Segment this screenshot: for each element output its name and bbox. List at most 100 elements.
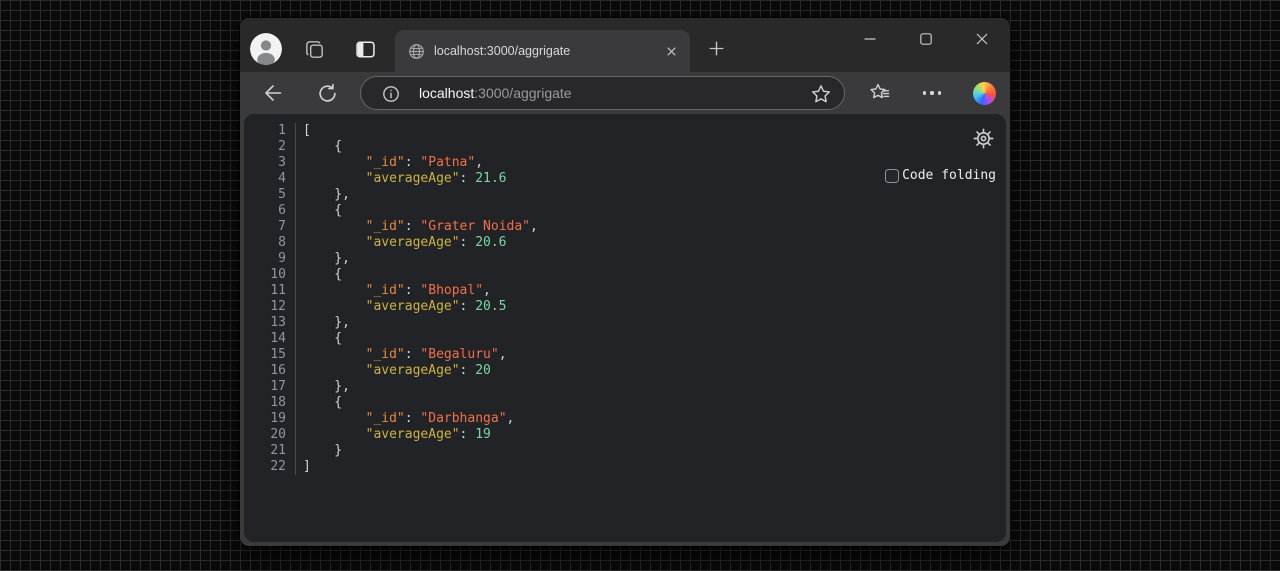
code-token: 20.6	[475, 235, 507, 250]
code-line: {	[303, 267, 538, 283]
line-number: 18	[270, 395, 286, 410]
minimize-icon[interactable]	[842, 18, 898, 72]
favorites-list-icon[interactable]	[868, 81, 892, 105]
code-token: :	[404, 347, 421, 362]
more-ellipsis-icon[interactable]	[920, 81, 944, 105]
line-number: 15	[270, 347, 286, 362]
code-token: ,	[506, 411, 515, 426]
line-number: 20	[270, 427, 286, 442]
code-line: },	[303, 315, 538, 331]
line-number: 5	[278, 187, 286, 202]
code-token: ,	[498, 347, 507, 362]
favorite-star-icon[interactable]	[810, 83, 832, 105]
code-token: 20	[475, 363, 491, 378]
code-line: }	[303, 443, 538, 459]
code-token: :	[404, 283, 421, 298]
code-line: "averageAge": 19	[303, 427, 538, 443]
code-folding-checkbox[interactable]	[885, 168, 900, 183]
browser-tab[interactable]: localhost:3000/aggrigate	[395, 30, 690, 72]
code-token: 19	[475, 427, 491, 442]
line-number: 6	[278, 203, 286, 218]
line-number: 10	[270, 267, 286, 282]
line-number: 11	[270, 283, 286, 298]
line-number: 4	[278, 171, 286, 186]
line-number: 9	[278, 251, 286, 266]
site-info-icon[interactable]	[381, 84, 401, 104]
code-line: "averageAge": 21.6	[303, 171, 538, 187]
line-number: 13	[270, 315, 286, 330]
code-token: :	[459, 235, 476, 250]
maximize-icon[interactable]	[898, 18, 954, 72]
line-number: 22	[270, 459, 286, 474]
workspaces-icon[interactable]	[302, 37, 326, 61]
code-token: 21.6	[475, 171, 507, 186]
code-folding-control: Code folding	[885, 168, 996, 183]
code-token: ]	[303, 459, 311, 474]
code-token: "_id"	[365, 347, 405, 362]
code-token: },	[303, 379, 350, 394]
copilot-icon[interactable]	[972, 81, 996, 105]
navigation-toolbar: localhost:3000/aggrigate	[240, 72, 1010, 114]
tab-actions-icon[interactable]	[353, 37, 377, 61]
code-token: :	[459, 363, 476, 378]
code-line: "averageAge": 20.5	[303, 299, 538, 315]
code-token: "Begaluru"	[420, 347, 499, 362]
code-token: "_id"	[365, 283, 405, 298]
address-bar[interactable]: localhost:3000/aggrigate	[360, 76, 845, 110]
code-token: 20.5	[475, 299, 507, 314]
code-token: :	[404, 219, 421, 234]
code-token: "averageAge"	[365, 235, 460, 250]
code-token: ,	[475, 155, 484, 170]
url-path: :3000/aggrigate	[474, 85, 572, 101]
refresh-icon[interactable]	[316, 82, 338, 104]
code-token: "Darbhanga"	[420, 411, 507, 426]
line-number: 2	[278, 139, 286, 154]
tab-title: localhost:3000/aggrigate	[434, 44, 571, 58]
code-token: "averageAge"	[365, 299, 460, 314]
code-line: "averageAge": 20.6	[303, 235, 538, 251]
code-line: },	[303, 251, 538, 267]
code-token: ,	[483, 283, 491, 298]
code-folding-label: Code folding	[902, 168, 996, 183]
desktop: { "browser": { "tab": { "title": "localh…	[0, 0, 1280, 571]
code-token: "averageAge"	[365, 363, 460, 378]
code-line: ]	[303, 459, 538, 475]
line-number: 16	[270, 363, 286, 378]
line-number: 14	[270, 331, 286, 346]
code-token: ,	[530, 219, 538, 234]
window-controls	[842, 18, 1010, 72]
globe-favicon-icon	[408, 43, 425, 60]
gear-icon[interactable]	[972, 127, 995, 150]
code-token: "_id"	[365, 411, 405, 426]
code-line: [	[303, 123, 538, 139]
close-icon[interactable]	[954, 18, 1010, 72]
page-content: 1 2 3 4 5 6 7 8 9 10 11 12 13 14 15 16 17 18 19 20 21 22 [ { …	[244, 114, 1006, 542]
code-token: {	[303, 395, 343, 410]
profile-avatar-icon[interactable]	[250, 33, 282, 65]
code-token: :	[404, 155, 421, 170]
code-token: "averageAge"	[365, 171, 460, 186]
code-token: "_id"	[365, 155, 405, 170]
back-icon[interactable]	[262, 82, 284, 104]
code-token: {	[303, 267, 343, 282]
code-token: :	[459, 171, 476, 186]
code-token: "Patna"	[420, 155, 476, 170]
json-code: [ { "_id": "Patna", "averageAge": 21.6 }…	[296, 123, 538, 475]
code-line: "_id": "Patna",	[303, 155, 538, 171]
code-token: {	[303, 203, 343, 218]
line-number: 8	[278, 235, 286, 250]
code-line: },	[303, 187, 538, 203]
line-number: 1	[278, 123, 286, 138]
code-token: [	[303, 123, 311, 138]
tab-close-icon[interactable]	[662, 42, 680, 60]
code-line: "_id": "Bhopal",	[303, 283, 538, 299]
line-number: 7	[278, 219, 286, 234]
new-tab-icon[interactable]	[706, 38, 726, 58]
code-token: }	[303, 443, 343, 458]
